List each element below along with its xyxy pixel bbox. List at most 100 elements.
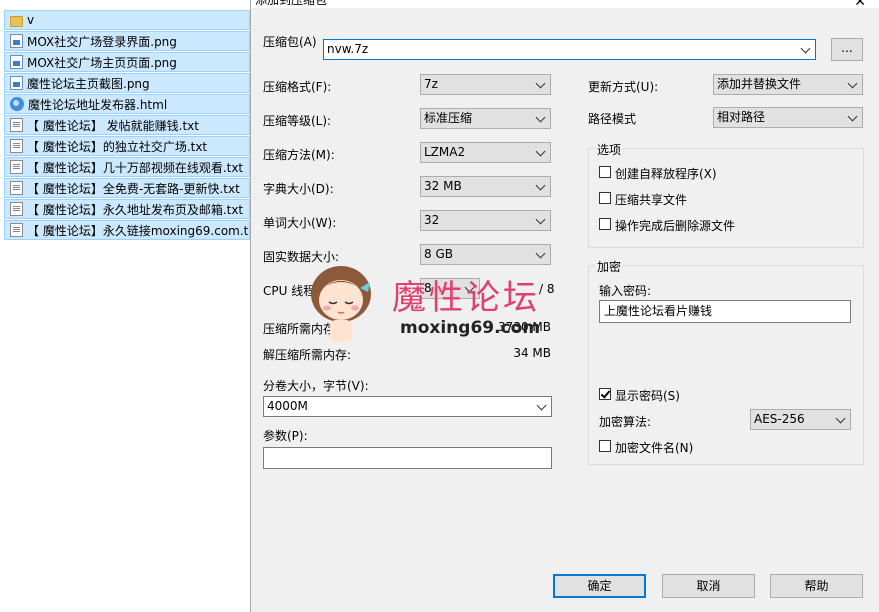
text-file-icon [10,202,23,216]
split-size-combo[interactable]: 4000M [263,396,552,417]
file-item[interactable]: 魔性论坛地址发布器.html [4,94,250,114]
encryption-title: 加密 [595,258,624,275]
image-file-icon [10,55,23,69]
file-name: 【 魔性论坛】永久链接moxing69.com.txt [27,223,250,238]
update-mode-select[interactable]: 添加并替换文件 [713,74,863,95]
dict-select[interactable]: 32 MB [420,176,551,197]
archive-path-combo[interactable]: nvw.7z [323,39,816,60]
file-name: 【 魔性论坛】 发帖就能赚钱.txt [27,118,199,133]
html-file-icon [10,97,24,111]
split-label: 分卷大小，字节(V): [263,379,369,393]
cancel-button[interactable]: 取消 [662,574,755,598]
dialog-title: 添加到压缩包 [255,0,328,7]
browse-button[interactable]: ... [831,38,863,61]
chevron-down-icon [535,180,546,191]
cpu-total: / 8 [539,282,555,296]
close-icon[interactable]: ✕ [854,0,866,10]
file-name: 魔性论坛主页截图.png [27,76,150,91]
show-password-label: 显示密码(S) [615,389,680,403]
delete-source-checkbox[interactable] [599,218,611,230]
file-item-folder[interactable]: v [4,10,250,30]
folder-icon [10,15,23,27]
password-label: 输入密码: [599,284,652,298]
method-value: LZMA2 [424,145,466,159]
chevron-down-icon [847,78,858,89]
file-list: v MOX社交广场登录界面.png MOX社交广场主页页面.png 魔性论坛主页… [0,0,252,240]
ok-button[interactable]: 确定 [553,574,646,598]
file-item[interactable]: 【 魔性论坛】全免费-无套路-更新快.txt [4,178,250,198]
mem-decomp-value: 34 MB [513,346,551,360]
file-name: 【 魔性论坛】几十万部视频在线观看.txt [27,160,244,175]
file-name: v [27,13,35,27]
shared-label: 压缩共享文件 [615,193,688,207]
delete-source-label: 操作完成后删除源文件 [615,219,736,233]
chevron-down-icon [535,248,546,259]
file-item[interactable]: 【 魔性论坛】永久地址发布页及邮箱.txt [4,199,250,219]
format-label: 压缩格式(F): [263,80,332,94]
encrypt-names-checkbox[interactable] [599,440,611,452]
title-bar: 添加到压缩包 ✕ [251,0,879,10]
chevron-down-icon [847,111,858,122]
encrypt-method-label: 加密算法: [599,415,652,429]
update-label: 更新方式(U): [588,80,659,94]
word-value: 32 [424,213,440,227]
split-size-value: 4000M [267,399,308,413]
sfx-label: 创建自释放程序(X) [615,167,717,181]
text-file-icon [10,181,23,195]
file-name: MOX社交广场登录界面.png [27,34,177,49]
format-value: 7z [424,77,438,91]
archive-label: 压缩包(A) [263,35,317,49]
chevron-down-icon [535,78,546,89]
method-select[interactable]: LZMA2 [420,142,551,163]
text-file-icon [10,118,23,132]
format-select[interactable]: 7z [420,74,551,95]
path-mode-select[interactable]: 相对路径 [713,107,863,128]
params-label: 参数(P): [263,429,308,443]
chevron-down-icon [835,413,846,424]
options-title: 选项 [595,141,624,158]
solid-select[interactable]: 8 GB [420,244,551,265]
solid-value: 8 GB [424,247,453,261]
chevron-down-icon [535,112,546,123]
file-item[interactable]: MOX社交广场主页页面.png [4,52,250,72]
shared-checkbox[interactable] [599,192,611,204]
dict-value: 32 MB [424,179,462,193]
mascot-logo-icon [311,266,371,342]
sfx-checkbox[interactable] [599,166,611,178]
text-file-icon [10,160,23,174]
file-item[interactable]: 魔性论坛主页截图.png [4,73,250,93]
file-name: 【 魔性论坛】永久地址发布页及邮箱.txt [27,202,244,217]
image-file-icon [10,76,23,90]
image-file-icon [10,34,23,48]
file-item[interactable]: 【 魔性论坛】 发帖就能赚钱.txt [4,115,250,135]
text-file-icon [10,139,23,153]
mem-decomp-label: 解压缩所需内存: [263,348,352,362]
chevron-down-icon [800,43,811,54]
file-item[interactable]: 【 魔性论坛】几十万部视频在线观看.txt [4,157,250,177]
path-label: 路径模式 [588,112,637,126]
level-select[interactable]: 标准压缩 [420,108,551,129]
encrypt-method-select[interactable]: AES-256 [750,409,851,430]
file-item[interactable]: 【 魔性论坛】的独立社交广场.txt [4,136,250,156]
text-file-icon [10,223,23,237]
help-button[interactable]: 帮助 [770,574,863,598]
word-label: 单词大小(W): [263,216,337,230]
file-name: 魔性论坛地址发布器.html [28,97,168,112]
file-name: 【 魔性论坛】的独立社交广场.txt [27,139,208,154]
file-item[interactable]: MOX社交广场登录界面.png [4,31,250,51]
path-mode-value: 相对路径 [717,110,766,124]
chevron-down-icon [536,400,547,411]
level-label: 压缩等级(L): [263,114,332,128]
word-select[interactable]: 32 [420,210,551,231]
chevron-down-icon [535,146,546,157]
dict-label: 字典大小(D): [263,182,334,196]
params-input[interactable] [263,447,552,469]
password-input[interactable]: 上魔性论坛看片赚钱 [599,300,851,323]
archive-path-value: nvw.7z [327,42,369,56]
watermark-title: 魔性论坛 [392,278,540,318]
file-name: MOX社交广场主页页面.png [27,55,177,70]
file-item[interactable]: 【 魔性论坛】永久链接moxing69.com.txt [4,220,250,240]
update-mode-value: 添加并替换文件 [717,77,802,91]
chevron-down-icon [535,214,546,225]
show-password-checkbox[interactable] [599,388,611,400]
